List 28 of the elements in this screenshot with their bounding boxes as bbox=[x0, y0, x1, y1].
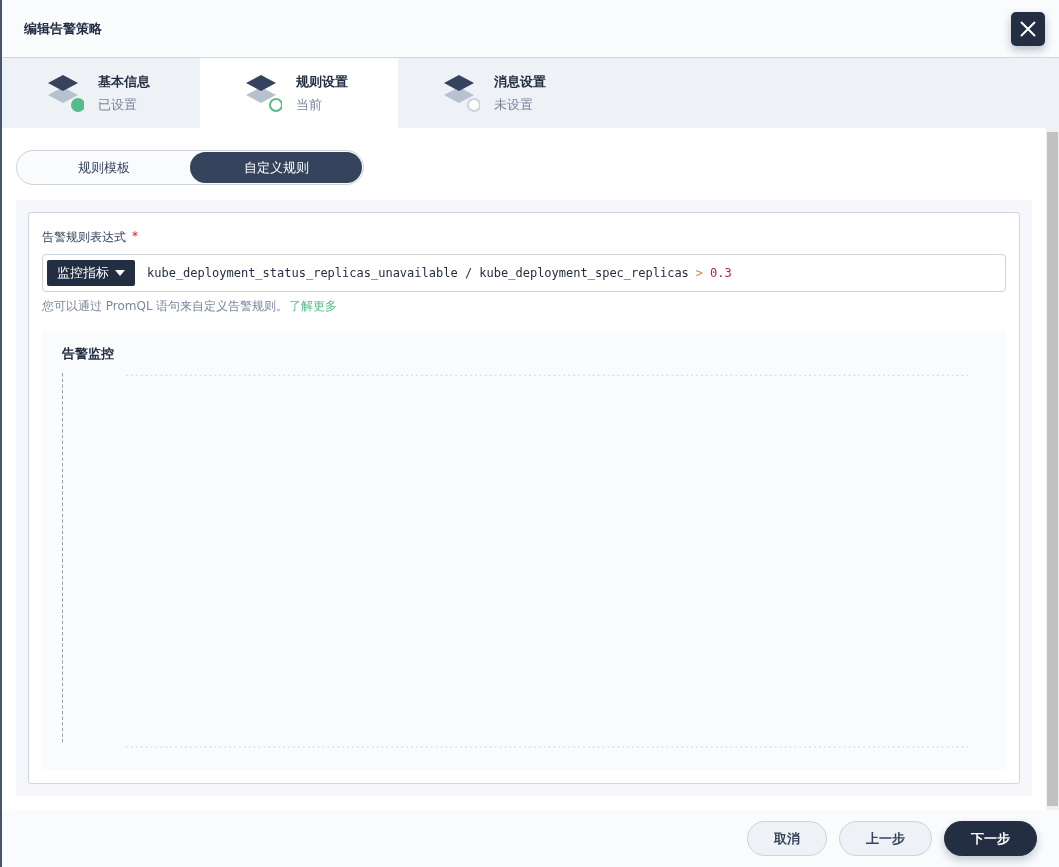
field-label: 告警规则表达式 bbox=[42, 229, 126, 246]
mode-tab[interactable]: 自定义规则 bbox=[190, 152, 362, 183]
step-status: 未设置 bbox=[494, 95, 534, 114]
expression-text: > bbox=[695, 266, 704, 280]
expression-text: kube_deployment_status_replicas_unavailable / kube_deployment_spec_replicas bbox=[147, 266, 689, 280]
expression-text: 0.3 bbox=[710, 266, 732, 280]
step-tab[interactable]: 基本信息 已设置 bbox=[2, 58, 200, 128]
dialog-title: 编辑告警策略 bbox=[24, 19, 102, 38]
close-button[interactable] bbox=[1011, 11, 1045, 46]
step-status: 已设置 bbox=[98, 95, 138, 114]
step-title: 规则设置 bbox=[296, 72, 348, 91]
close-icon bbox=[1019, 19, 1037, 38]
caret-icon bbox=[115, 270, 125, 276]
step-status: 当前 bbox=[296, 95, 323, 114]
hint-text: 您可以通过 PromQL 语句来自定义告警规则。了解更多 bbox=[42, 298, 338, 315]
required-mark: * bbox=[132, 229, 138, 245]
step-title: 基本信息 bbox=[98, 72, 150, 91]
footer-button[interactable]: 取消 bbox=[747, 821, 827, 856]
expression-field[interactable]: 监控指标 kube_deployment_status_replicas_unavailable / kube_deployment_spec_replicas > 0.3 bbox=[42, 254, 1006, 292]
footer-button[interactable]: 下一步 bbox=[944, 821, 1037, 856]
scrollbar[interactable] bbox=[1046, 128, 1059, 810]
step-tab[interactable]: 消息设置 未设置 bbox=[398, 58, 596, 128]
metric-dropdown[interactable]: 监控指标 bbox=[47, 260, 135, 286]
footer-button[interactable]: 上一步 bbox=[839, 821, 932, 856]
monitor-title: 告警监控 bbox=[62, 345, 115, 363]
step-title: 消息设置 bbox=[494, 72, 546, 91]
step-tab[interactable]: 规则设置 当前 bbox=[200, 58, 398, 128]
mode-tab[interactable]: 规则模板 bbox=[18, 152, 190, 183]
